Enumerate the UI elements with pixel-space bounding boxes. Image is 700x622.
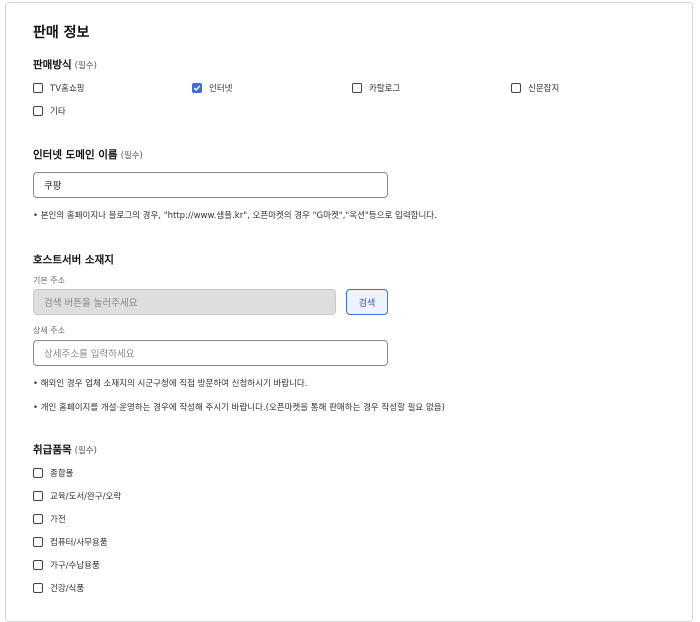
checkbox-label: 교육/도서/완구/오락 [50, 492, 122, 502]
checkbox-icon[interactable] [33, 514, 43, 524]
checkbox-icon[interactable] [33, 560, 43, 570]
sales-method-label: 판매방식 [33, 59, 72, 71]
required-badge: (필수) [120, 151, 143, 161]
sales-method-option-other[interactable]: 기타 [33, 105, 66, 117]
checkbox-label: 건강/식품 [50, 584, 85, 594]
sales-method-option-internet[interactable]: 인터넷 [192, 82, 232, 94]
category-option-mall[interactable]: 종합몰 [33, 467, 73, 479]
basic-address-label: 기본 주소 [33, 276, 65, 285]
checkbox-label: 종합몰 [50, 469, 74, 479]
product-category-heading: 취급품목 (필수) [33, 442, 97, 457]
category-option-education[interactable]: 교육/도서/완구/오락 [33, 490, 121, 502]
sales-method-option-catalog[interactable]: 카탈로그 [352, 82, 400, 94]
category-option-health-food[interactable]: 건강/식품 [33, 582, 84, 594]
domain-name-label: 인터넷 도메인 이름 [33, 149, 118, 161]
checkbox-icon[interactable] [33, 537, 43, 547]
checkbox-label: 기타 [50, 107, 66, 117]
checkbox-icon[interactable] [33, 468, 43, 478]
basic-address-placeholder: 검색 버튼을 눌러주세요 [44, 298, 138, 309]
checkbox-icon[interactable] [33, 83, 43, 93]
checkbox-label: 컴퓨터/사무용품 [50, 538, 108, 548]
checkbox-icon[interactable] [33, 583, 43, 593]
host-server-note-2: • 개인 홈페이지를 개설·운영하는 경우에 작성해 주시기 바랍니다.(오픈마… [33, 403, 445, 413]
checkbox-icon[interactable] [511, 83, 521, 93]
checkbox-label: 가구/수납용품 [50, 561, 100, 571]
detail-address-label: 상세 주소 [33, 326, 65, 335]
checkbox-checked-icon[interactable] [192, 83, 202, 93]
category-option-computer[interactable]: 컴퓨터/사무용품 [33, 536, 108, 548]
page-title: 판매 정보 [33, 25, 90, 41]
checkbox-label: TV홈쇼핑 [50, 84, 85, 94]
category-option-furniture[interactable]: 가구/수납용품 [33, 559, 100, 571]
detail-address-input[interactable]: 상세주소를 입력하세요 [33, 340, 388, 366]
domain-name-value: 쿠팡 [44, 181, 62, 192]
host-server-note-1: • 해외인 경우 업체 소재지의 시군구청에 직접 방문하여 신청하시기 바랍니… [33, 379, 308, 389]
detail-address-placeholder: 상세주소를 입력하세요 [44, 349, 135, 360]
checkbox-label: 가전 [50, 515, 66, 525]
required-badge: (필수) [74, 61, 97, 71]
address-search-button[interactable]: 검색 [346, 289, 388, 315]
checkbox-label: 인터넷 [209, 84, 233, 94]
product-category-label: 취급품목 [33, 444, 72, 456]
category-option-appliances[interactable]: 가전 [33, 513, 66, 525]
sales-method-option-tv[interactable]: TV홈쇼핑 [33, 82, 84, 94]
checkbox-label: 신문잡지 [528, 84, 560, 94]
checkbox-label: 카탈로그 [369, 84, 401, 94]
domain-name-heading: 인터넷 도메인 이름 (필수) [33, 147, 143, 162]
sales-method-option-newspaper[interactable]: 신문잡지 [511, 82, 559, 94]
checkbox-icon[interactable] [33, 106, 43, 116]
sales-method-heading: 판매방식 (필수) [33, 57, 97, 72]
required-badge: (필수) [74, 446, 97, 456]
host-server-heading: 호스트서버 소재지 [33, 254, 114, 266]
basic-address-input: 검색 버튼을 눌러주세요 [33, 289, 336, 315]
domain-name-input[interactable]: 쿠팡 [33, 172, 388, 198]
checkbox-icon[interactable] [33, 491, 43, 501]
checkbox-icon[interactable] [352, 83, 362, 93]
domain-name-note: • 본인의 홈페이지나 블로그의 경우, "http://www.샘플.kr",… [33, 211, 437, 221]
